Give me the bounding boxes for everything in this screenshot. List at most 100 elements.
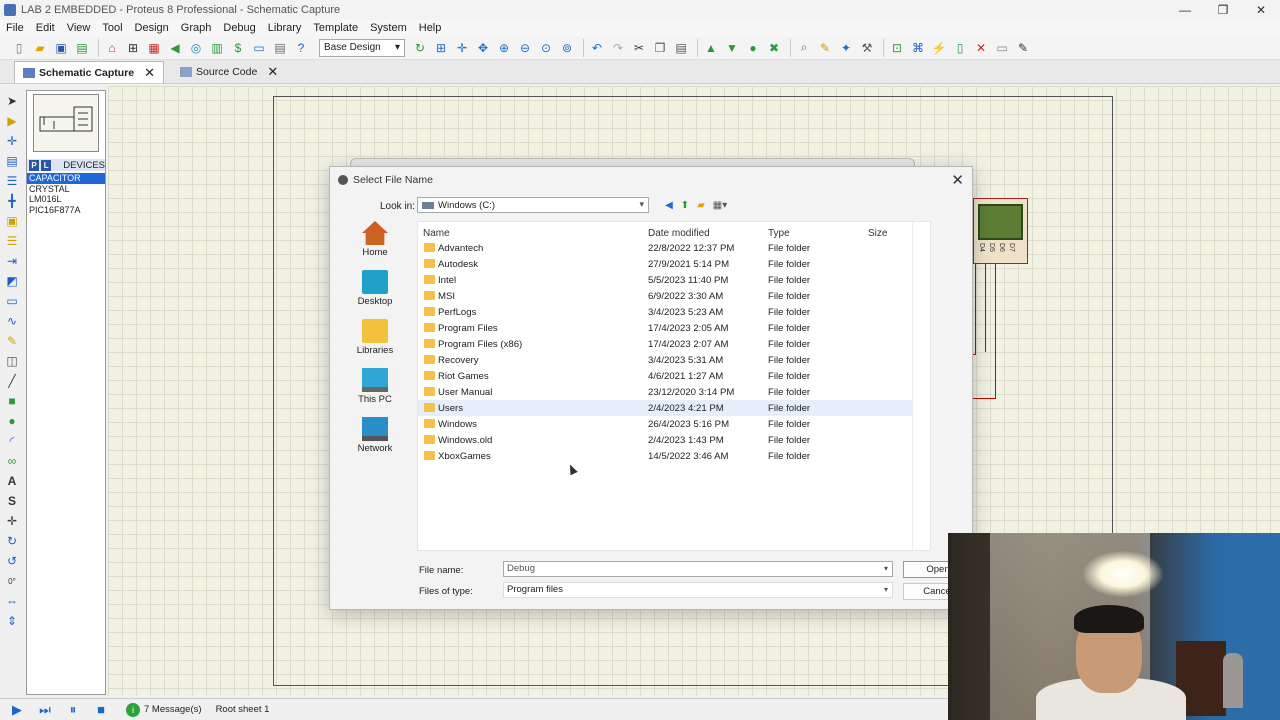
- graph-mode-icon[interactable]: ◩: [2, 272, 22, 290]
- gerber-icon[interactable]: ◀: [166, 39, 184, 57]
- refresh-icon[interactable]: ↻: [411, 39, 429, 57]
- device-item[interactable]: LM016L: [27, 194, 105, 205]
- component-mode-icon[interactable]: ▶: [2, 112, 22, 130]
- step-icon[interactable]: ⏭: [34, 701, 56, 719]
- file-row[interactable]: User Manual 23/12/2020 3:14 PM File folder: [418, 384, 930, 400]
- circle-tool-icon[interactable]: ●: [2, 412, 22, 430]
- exit-sheet-icon[interactable]: ▭: [993, 39, 1011, 57]
- file-name-input[interactable]: Debug ▾: [503, 561, 893, 577]
- text-tool-icon[interactable]: A: [2, 472, 22, 490]
- wire[interactable]: [975, 264, 976, 354]
- paste-icon[interactable]: ▤: [672, 39, 690, 57]
- block-rotate-icon[interactable]: ●: [744, 39, 762, 57]
- file-type-select[interactable]: Program files ▾: [503, 582, 893, 598]
- zoom-area-icon[interactable]: ⊚: [558, 39, 576, 57]
- selection-mode-icon[interactable]: ➤: [2, 92, 22, 110]
- wire[interactable]: [973, 398, 996, 399]
- dialog-close-icon[interactable]: ✕: [951, 171, 964, 189]
- menu-system[interactable]: System: [370, 22, 407, 34]
- file-row[interactable]: Windows.old 2/4/2023 1:43 PM File folder: [418, 432, 930, 448]
- arc-tool-icon[interactable]: ◜: [2, 432, 22, 450]
- schematic-icon[interactable]: ⊞: [124, 39, 142, 57]
- box-tool-icon[interactable]: ■: [2, 392, 22, 410]
- generator-icon[interactable]: ∿: [2, 312, 22, 330]
- 3d-icon[interactable]: ◎: [187, 39, 205, 57]
- stop-icon[interactable]: ■: [90, 701, 112, 719]
- design-select[interactable]: Base Design ▾: [319, 38, 405, 57]
- device-item[interactable]: CAPACITOR: [27, 173, 105, 184]
- menu-help[interactable]: Help: [419, 22, 442, 34]
- source-icon[interactable]: $: [229, 39, 247, 57]
- tab-schematic-capture[interactable]: Schematic Capture ✕: [14, 61, 165, 83]
- menu-edit[interactable]: Edit: [36, 22, 55, 34]
- marker-tool-icon[interactable]: ✛: [2, 512, 22, 530]
- zoom-all-icon[interactable]: ⊙: [537, 39, 555, 57]
- tab-source-code[interactable]: Source Code ✕: [172, 61, 286, 83]
- save-icon[interactable]: ▣: [52, 39, 70, 57]
- wire[interactable]: [995, 264, 996, 398]
- block-move-icon[interactable]: ▼: [723, 39, 741, 57]
- wire[interactable]: [973, 354, 976, 355]
- place-desktop[interactable]: Desktop: [340, 270, 410, 316]
- file-row[interactable]: Recovery 3/4/2023 5:31 AM File folder: [418, 352, 930, 368]
- file-row[interactable]: Windows 26/4/2023 5:16 PM File folder: [418, 416, 930, 432]
- file-row[interactable]: Program Files (x86) 17/4/2023 2:07 AM File…: [418, 336, 930, 352]
- copy-icon[interactable]: ❐: [651, 39, 669, 57]
- mirror-x-icon[interactable]: ⇔: [2, 592, 22, 610]
- back-icon[interactable]: ◀: [662, 198, 676, 212]
- notes-icon[interactable]: ▤: [271, 39, 289, 57]
- block-copy-icon[interactable]: ▲: [702, 39, 720, 57]
- file-row[interactable]: Advantech 22/8/2022 12:37 PM File folder: [418, 240, 930, 256]
- remove-sheet-icon[interactable]: ✕: [972, 39, 990, 57]
- pcb-icon[interactable]: ▦: [145, 39, 163, 57]
- origin-icon[interactable]: ✛: [453, 39, 471, 57]
- column-header-type[interactable]: Type: [768, 228, 790, 239]
- pick-device-icon[interactable]: ⌕: [795, 39, 813, 57]
- subcircuit-icon[interactable]: ▣: [2, 212, 22, 230]
- menu-debug[interactable]: Debug: [223, 22, 255, 34]
- open-folder-icon[interactable]: ▰: [31, 39, 49, 57]
- new-folder-icon[interactable]: ▰: [694, 198, 708, 212]
- close-icon[interactable]: ✕: [267, 64, 278, 80]
- wire-autorouter-icon[interactable]: ⊡: [888, 39, 906, 57]
- line-tool-icon[interactable]: ╱: [2, 372, 22, 390]
- look-in-select[interactable]: Windows (C:) ▾: [417, 197, 649, 213]
- pause-icon[interactable]: ⏸: [62, 701, 84, 719]
- path-tool-icon[interactable]: ∞: [2, 452, 22, 470]
- import-icon[interactable]: ▤: [73, 39, 91, 57]
- menu-template[interactable]: Template: [313, 22, 358, 34]
- menu-graph[interactable]: Graph: [181, 22, 212, 34]
- maximize-button[interactable]: ❐: [1204, 0, 1242, 20]
- make-device-icon[interactable]: ✎: [816, 39, 834, 57]
- play-icon[interactable]: ▶: [6, 701, 28, 719]
- chevron-down-icon[interactable]: ▾: [884, 562, 888, 576]
- new-file-icon[interactable]: ▯: [10, 39, 28, 57]
- tape-recorder-icon[interactable]: ▭: [2, 292, 22, 310]
- design-explorer-icon[interactable]: ✎: [1014, 39, 1032, 57]
- simulation-icon[interactable]: ▭: [250, 39, 268, 57]
- close-button[interactable]: ✕: [1242, 0, 1280, 20]
- minimize-button[interactable]: —: [1166, 0, 1204, 20]
- close-icon[interactable]: ✕: [144, 65, 155, 81]
- rotate-ccw-icon[interactable]: ↺: [2, 552, 22, 570]
- terminals-icon[interactable]: ☰: [2, 232, 22, 250]
- lcd-component[interactable]: D4 D5 D6 D7: [973, 198, 1028, 264]
- menu-design[interactable]: Design: [135, 22, 169, 34]
- up-folder-icon[interactable]: ⬆: [678, 198, 692, 212]
- column-header-name[interactable]: Name: [423, 228, 450, 239]
- view-menu-icon[interactable]: ▦▾: [710, 198, 730, 212]
- package-tool-icon[interactable]: ✦: [837, 39, 855, 57]
- bom-icon[interactable]: ▥: [208, 39, 226, 57]
- search-tag-icon[interactable]: ⌘: [909, 39, 927, 57]
- messages-indicator[interactable]: i 7 Message(s): [126, 702, 202, 717]
- file-row[interactable]: XboxGames 14/5/2022 3:46 AM File folder: [418, 448, 930, 464]
- pan-icon[interactable]: ✥: [474, 39, 492, 57]
- voltage-probe-icon[interactable]: ✎: [2, 332, 22, 350]
- pick-devices-button[interactable]: P: [29, 159, 40, 171]
- home-icon[interactable]: ⌂: [103, 39, 121, 57]
- place-network[interactable]: Network: [340, 417, 410, 463]
- menu-tool[interactable]: Tool: [102, 22, 122, 34]
- decompose-icon[interactable]: ⚒: [858, 39, 876, 57]
- rotate-cw-icon[interactable]: ↻: [2, 532, 22, 550]
- place-this-pc[interactable]: This PC: [340, 368, 410, 414]
